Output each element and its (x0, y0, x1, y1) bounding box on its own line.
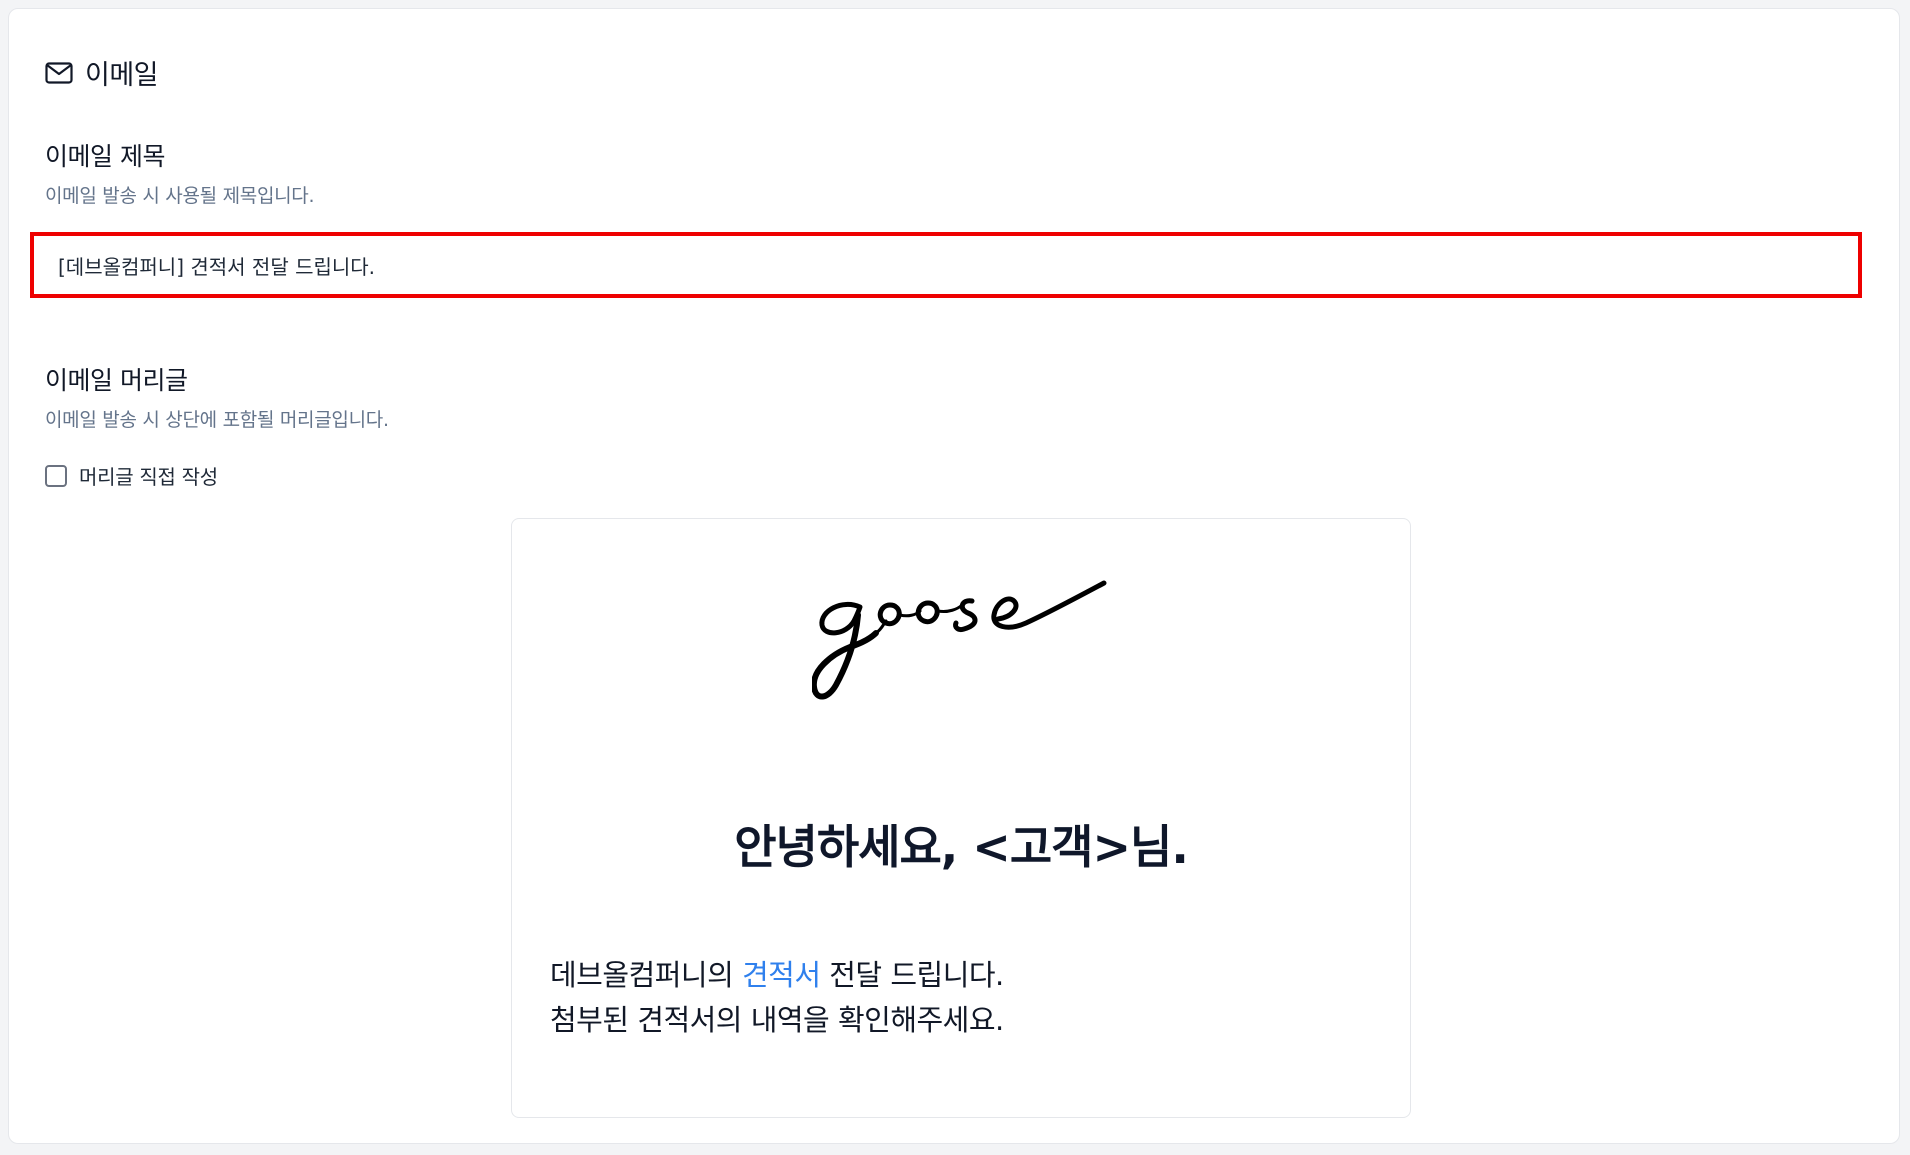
goose-logo (810, 559, 1112, 709)
header-label: 이메일 머리글 (45, 366, 188, 395)
subject-input-wrapper (30, 232, 1862, 298)
custom-header-checkbox[interactable] (45, 464, 67, 487)
subject-help-text: 이메일 발송 시 사용될 제목입니다. (45, 185, 315, 207)
mail-icon (45, 61, 73, 84)
header-help-text: 이메일 발송 시 상단에 포함될 머리글입니다. (45, 409, 389, 431)
custom-header-checkbox-label[interactable]: 머리글 직접 작성 (79, 461, 218, 490)
preview-body-line-1-end: 전달 드립니다. (820, 958, 1004, 992)
preview-greeting: 안녕하세요, <고객>님. (734, 820, 1189, 874)
section-title: 이메일 (85, 60, 159, 91)
preview-body-line-2: 첨부된 견적서의 내역을 확인해주세요. (550, 1003, 1004, 1037)
preview-body-line-1-start: 데브올컴퍼니의 (550, 958, 742, 992)
custom-header-checkbox-row[interactable]: 머리글 직접 작성 (45, 461, 218, 490)
section-header: 이메일 (45, 53, 159, 92)
preview-body-line-1: 데브올컴퍼니의 견적서 전달 드립니다. (550, 953, 1004, 998)
subject-label: 이메일 제목 (45, 142, 165, 171)
preview-highlight-word: 견적서 (741, 958, 821, 992)
email-header-preview: 안녕하세요, <고객>님. 데브올컴퍼니의 견적서 전달 드립니다. 첨부된 견… (511, 518, 1411, 1118)
preview-body: 데브올컴퍼니의 견적서 전달 드립니다. 첨부된 견적서의 내역을 확인해주세요… (550, 953, 1004, 1043)
subject-input[interactable] (34, 236, 1858, 294)
email-settings-card: 이메일 이메일 제목 이메일 발송 시 사용될 제목입니다. 이메일 머리글 이… (8, 8, 1900, 1144)
